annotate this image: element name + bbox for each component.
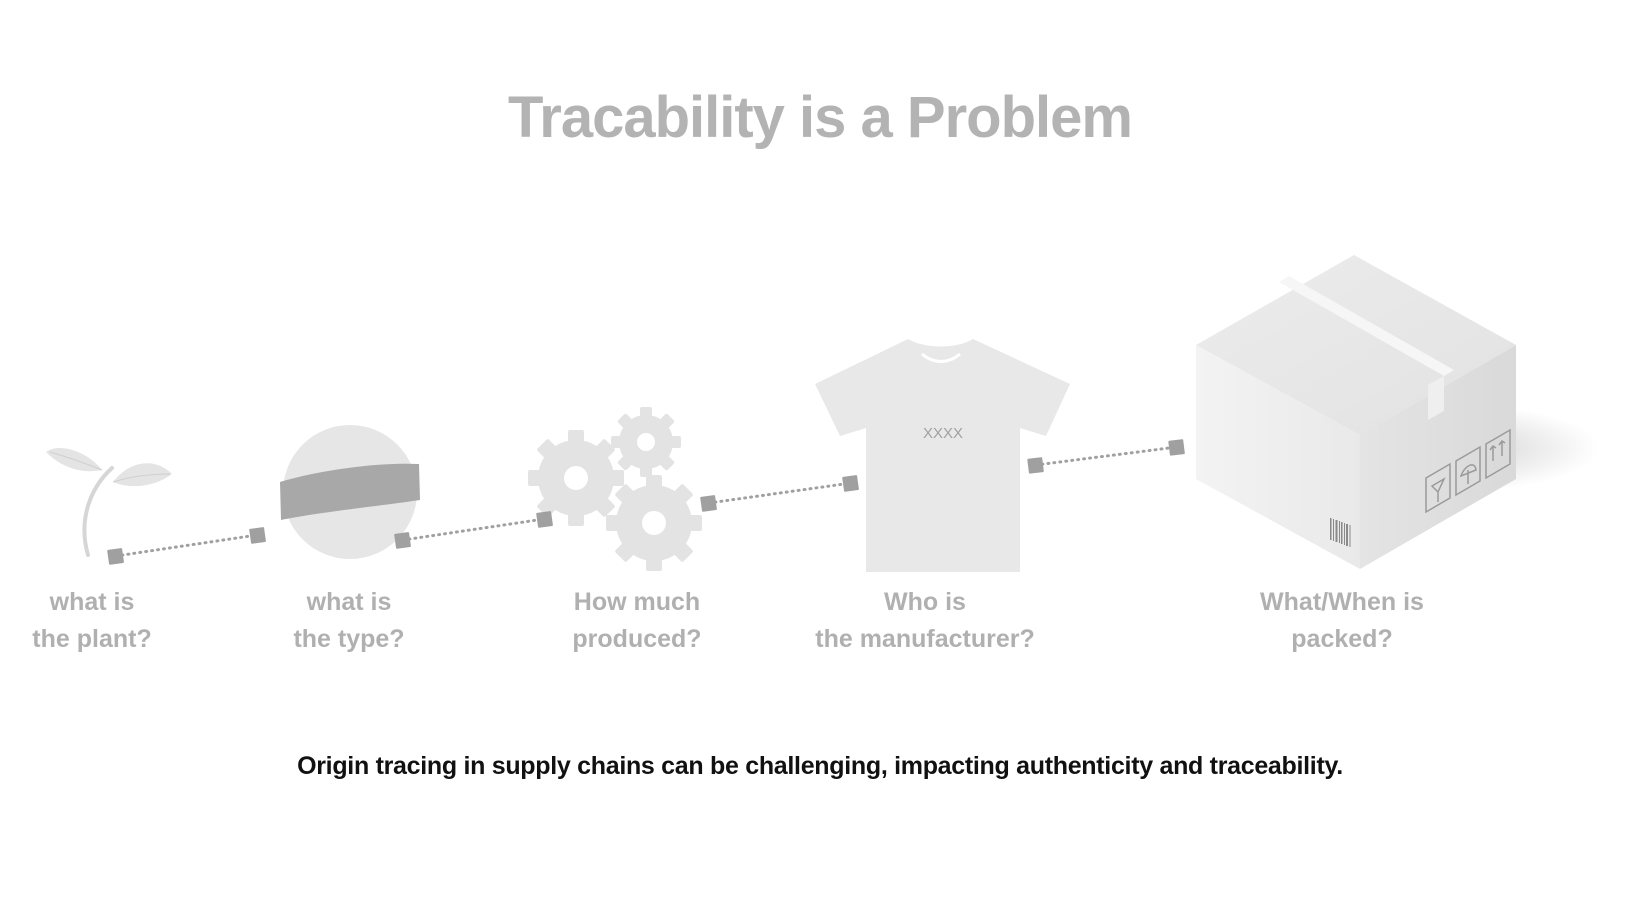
tshirt-print-text: XXXX xyxy=(923,425,963,442)
step-label-line2: the type? xyxy=(293,625,405,653)
connector-1 xyxy=(107,527,266,565)
cardboard-box-icon xyxy=(1196,255,1600,569)
step-label-line2: produced? xyxy=(572,625,702,653)
connector-4 xyxy=(1027,439,1185,474)
caption-text: Origin tracing in supply chains can be c… xyxy=(297,752,1343,780)
connector-2 xyxy=(394,511,553,549)
tshirt-icon: XXXX xyxy=(815,339,1070,572)
step-label-line1: what is xyxy=(49,588,135,616)
step-label-line1: what is xyxy=(306,588,392,616)
step-label-type: what is the type? xyxy=(209,584,489,658)
supply-chain-diagram: XXXX xyxy=(46,255,1600,572)
step-label-packing: What/When is packed? xyxy=(1202,584,1482,658)
step-label-line2: the manufacturer? xyxy=(815,625,1035,653)
step-label-line1: How much xyxy=(573,588,701,616)
step-label-line1: Who is xyxy=(884,588,966,616)
gears-icon xyxy=(528,407,702,571)
step-label-plant: what is the plant? xyxy=(0,584,232,658)
connector-3 xyxy=(700,475,859,512)
step-label-line2: packed? xyxy=(1291,625,1393,653)
plant-icon xyxy=(46,448,172,557)
step-label-production: How much produced? xyxy=(497,584,777,658)
step-label-line2: the plant? xyxy=(32,625,152,653)
step-label-line1: What/When is xyxy=(1260,588,1424,616)
page-title: Tracability is a Problem xyxy=(508,85,1133,150)
step-label-manufacturer: Who is the manufacturer? xyxy=(785,584,1065,658)
